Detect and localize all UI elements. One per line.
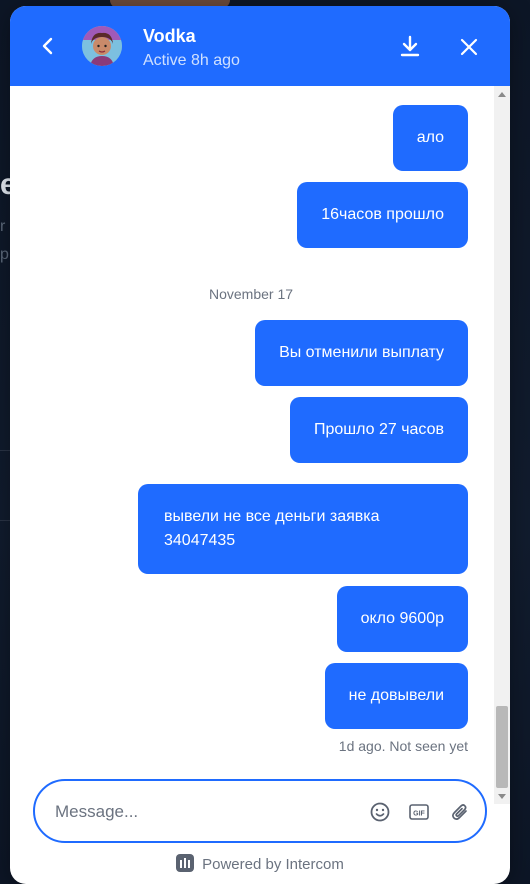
svg-text:GIF: GIF: [413, 811, 425, 818]
powered-by[interactable]: Powered by Intercom: [10, 854, 510, 873]
chat-widget: Vodka Active 8h ago ало 16часов прошло N…: [10, 6, 510, 884]
close-icon: [460, 38, 478, 56]
contact-status: Active 8h ago: [143, 52, 240, 69]
background-text-2: p: [0, 246, 9, 263]
message-list[interactable]: ало 16часов прошло November 17 Вы отмени…: [10, 86, 510, 776]
message-bubble: ало: [392, 105, 468, 171]
scroll-up-arrow[interactable]: [498, 92, 506, 97]
scrollbar-thumb[interactable]: [496, 706, 508, 788]
download-icon: [400, 35, 420, 57]
intercom-logo-icon: [176, 854, 195, 872]
emoji-button[interactable]: [369, 801, 391, 823]
message-input[interactable]: [55, 799, 335, 825]
contact-name: Vodka: [143, 26, 196, 46]
message-bubble: Вы отменили выплату: [255, 320, 468, 386]
date-separator: November 17: [208, 286, 294, 302]
message-bubble: вывели не все деньги заявка 34047435: [138, 484, 468, 574]
gif-button[interactable]: GIF: [409, 804, 429, 820]
back-button[interactable]: [36, 34, 60, 58]
avatar: [82, 26, 122, 66]
attach-button[interactable]: [449, 801, 471, 823]
close-button[interactable]: [458, 36, 480, 58]
paperclip-icon: [452, 804, 467, 820]
message-composer: GIF: [33, 779, 487, 843]
chevron-left-icon: [42, 37, 53, 55]
message-bubble: не довывели: [324, 663, 468, 729]
smiley-icon: [370, 802, 390, 822]
message-bubble: 16часов прошло: [297, 182, 468, 248]
powered-by-label: Powered by Intercom: [202, 856, 344, 873]
gif-icon: GIF: [409, 804, 429, 820]
background-divider: [0, 520, 10, 521]
background-divider: [0, 450, 10, 451]
scroll-down-arrow[interactable]: [498, 794, 506, 799]
scrollbar[interactable]: [494, 86, 510, 804]
chat-header: Vodka Active 8h ago: [10, 6, 510, 86]
background-text-1: r: [0, 218, 6, 235]
message-bubble: Прошло 27 часов: [289, 397, 468, 463]
message-bubble: окло 9600р: [336, 586, 468, 652]
seen-status: 1d ago. Not seen yet: [338, 738, 468, 754]
download-button[interactable]: [398, 34, 422, 58]
